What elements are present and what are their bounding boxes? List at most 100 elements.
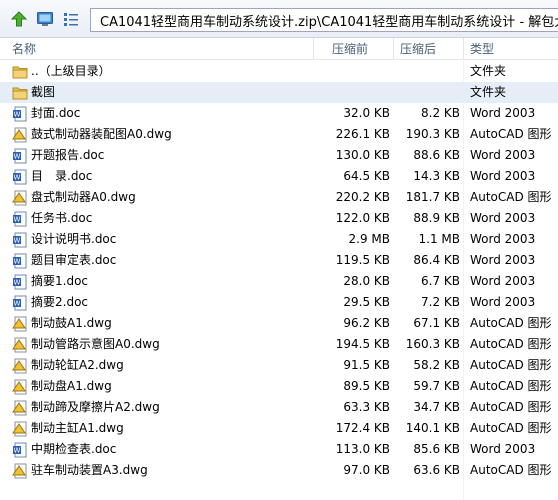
file-size: 64.5 KB	[343, 169, 390, 183]
column-type[interactable]: 类型	[464, 38, 558, 60]
file-name: 题目审定表.doc	[31, 253, 117, 267]
svg-text:W: W	[14, 299, 21, 307]
file-size: 122.0 KB	[335, 211, 390, 225]
file-name-cell: 制动管路示意图A0.dwg	[12, 334, 312, 355]
file-size: 220.2 KB	[335, 190, 390, 204]
file-type: AutoCAD 图形	[470, 190, 552, 204]
file-name-cell: W 摘要1.doc	[12, 271, 312, 292]
file-name: 制动主缸A1.dwg	[31, 421, 124, 435]
file-name: ..（上级目录）	[31, 64, 111, 78]
file-type: Word 2003	[470, 295, 536, 309]
file-size: 32.0 KB	[343, 106, 390, 120]
file-type: AutoCAD 图形	[470, 316, 552, 330]
address-bar[interactable]: CA1041轻型商用车制动系统设计.zip\CA1041轻型商用车制动系统设计 …	[90, 8, 558, 32]
file-type: Word 2003	[470, 169, 536, 183]
file-compressed-size: 6.7 KB	[421, 274, 460, 288]
column-name[interactable]: 名称	[6, 38, 314, 60]
file-size: 172.4 KB	[335, 421, 390, 435]
word-doc-icon: W	[12, 274, 28, 290]
svg-text:W: W	[14, 152, 21, 160]
file-name-cell: W 任务书.doc	[12, 208, 312, 229]
file-row[interactable]: W 题目审定表.doc 119.5 KB 86.4 KB Word 2003	[0, 250, 558, 271]
file-row[interactable]: 截图 文件夹	[0, 82, 558, 103]
up-arrow-icon[interactable]	[8, 8, 30, 30]
file-size	[318, 61, 390, 82]
file-compressed-size: 63.6 KB	[413, 463, 460, 477]
file-compressed-size: 88.6 KB	[413, 148, 460, 162]
file-name-cell: W 中期检查表.doc	[12, 439, 312, 460]
autocad-icon	[12, 400, 28, 416]
file-name-cell: 盘式制动器A0.dwg	[12, 187, 312, 208]
file-row[interactable]: 制动主缸A1.dwg 172.4 KB 140.1 KB AutoCAD 图形	[0, 418, 558, 439]
file-row[interactable]: 制动管路示意图A0.dwg 194.5 KB 160.3 KB AutoCAD 图形	[0, 334, 558, 355]
file-list: ..（上级目录） 文件夹 截图 文件夹 W 封面.doc 32.0 KB 8.2 KB Word…	[0, 61, 558, 481]
file-compressed-size	[390, 61, 460, 82]
file-row[interactable]: W 摘要2.doc 29.5 KB 7.2 KB Word 2003	[0, 292, 558, 313]
file-name: 开题报告.doc	[31, 148, 105, 162]
column-size[interactable]: 压缩前	[326, 38, 394, 60]
autocad-icon	[12, 190, 28, 206]
file-type: AutoCAD 图形	[470, 421, 552, 435]
file-size: 89.5 KB	[343, 379, 390, 393]
word-doc-icon: W	[12, 232, 28, 248]
file-row[interactable]: 制动轮缸A2.dwg 91.5 KB 58.2 KB AutoCAD 图形	[0, 355, 558, 376]
file-row[interactable]: 鼓式制动器装配图A0.dwg 226.1 KB 190.3 KB AutoCAD 图形	[0, 124, 558, 145]
file-name: 制动盘A1.dwg	[31, 379, 112, 393]
file-name-cell: 制动轮缸A2.dwg	[12, 355, 312, 376]
file-row[interactable]: W 封面.doc 32.0 KB 8.2 KB Word 2003	[0, 103, 558, 124]
file-compressed-size: 67.1 KB	[413, 316, 460, 330]
file-name-cell: 制动主缸A1.dwg	[12, 418, 312, 439]
file-compressed-size: 85.6 KB	[413, 442, 460, 456]
file-type: AutoCAD 图形	[470, 379, 552, 393]
file-type: AutoCAD 图形	[470, 337, 552, 351]
file-type: Word 2003	[470, 148, 536, 162]
list-view-icon[interactable]	[60, 8, 82, 30]
file-row[interactable]: 制动盘A1.dwg 89.5 KB 59.7 KB AutoCAD 图形	[0, 376, 558, 397]
file-size: 226.1 KB	[335, 127, 390, 141]
file-compressed-size: 59.7 KB	[413, 379, 460, 393]
file-compressed-size: 34.7 KB	[413, 400, 460, 414]
file-row[interactable]: W 目 录.doc 64.5 KB 14.3 KB Word 2003	[0, 166, 558, 187]
file-compressed-size: 58.2 KB	[413, 358, 460, 372]
file-size	[318, 82, 390, 103]
file-size: 63.3 KB	[343, 400, 390, 414]
monitor-icon[interactable]	[34, 8, 56, 30]
file-type: AutoCAD 图形	[470, 358, 552, 372]
word-doc-icon: W	[12, 169, 28, 185]
file-row[interactable]: W 开题报告.doc 130.0 KB 88.6 KB Word 2003	[0, 145, 558, 166]
file-size: 29.5 KB	[343, 295, 390, 309]
file-type: Word 2003	[470, 442, 536, 456]
file-type: Word 2003	[470, 274, 536, 288]
column-compressed[interactable]: 压缩后	[394, 38, 464, 60]
file-compressed-size: 88.9 KB	[413, 211, 460, 225]
file-row[interactable]: W 任务书.doc 122.0 KB 88.9 KB Word 2003	[0, 208, 558, 229]
file-name: 鼓式制动器装配图A0.dwg	[31, 127, 172, 141]
file-row[interactable]: 驻车制动装置A3.dwg 97.0 KB 63.6 KB AutoCAD 图形	[0, 460, 558, 481]
file-name: 制动轮缸A2.dwg	[31, 358, 124, 372]
folder-icon	[12, 85, 28, 101]
file-name-cell: W 题目审定表.doc	[12, 250, 312, 271]
file-row[interactable]: W 设计说明书.doc 2.9 MB 1.1 MB Word 2003	[0, 229, 558, 250]
file-row[interactable]: 盘式制动器A0.dwg 220.2 KB 181.7 KB AutoCAD 图形	[0, 187, 558, 208]
file-name: 盘式制动器A0.dwg	[31, 190, 136, 204]
file-type: AutoCAD 图形	[470, 400, 552, 414]
file-name: 制动管路示意图A0.dwg	[31, 337, 160, 351]
file-row[interactable]: 制动蹄及摩擦片A2.dwg 63.3 KB 34.7 KB AutoCAD 图形	[0, 397, 558, 418]
svg-text:W: W	[14, 446, 21, 454]
file-row[interactable]: W 中期检查表.doc 113.0 KB 85.6 KB Word 2003	[0, 439, 558, 460]
folder-icon	[12, 64, 28, 80]
file-row[interactable]: ..（上级目录） 文件夹	[0, 61, 558, 82]
file-name: 驻车制动装置A3.dwg	[31, 463, 148, 477]
file-name: 制动鼓A1.dwg	[31, 316, 112, 330]
file-compressed-size: 86.4 KB	[413, 253, 460, 267]
file-name-cell: 制动盘A1.dwg	[12, 376, 312, 397]
file-name: 截图	[31, 85, 56, 99]
file-type: Word 2003	[470, 211, 536, 225]
file-type: Word 2003	[470, 232, 536, 246]
autocad-icon	[12, 337, 28, 353]
autocad-icon	[12, 463, 28, 479]
file-name-cell: W 开题报告.doc	[12, 145, 312, 166]
file-row[interactable]: W 摘要1.doc 28.0 KB 6.7 KB Word 2003	[0, 271, 558, 292]
file-row[interactable]: 制动鼓A1.dwg 96.2 KB 67.1 KB AutoCAD 图形	[0, 313, 558, 334]
svg-text:W: W	[14, 278, 21, 286]
